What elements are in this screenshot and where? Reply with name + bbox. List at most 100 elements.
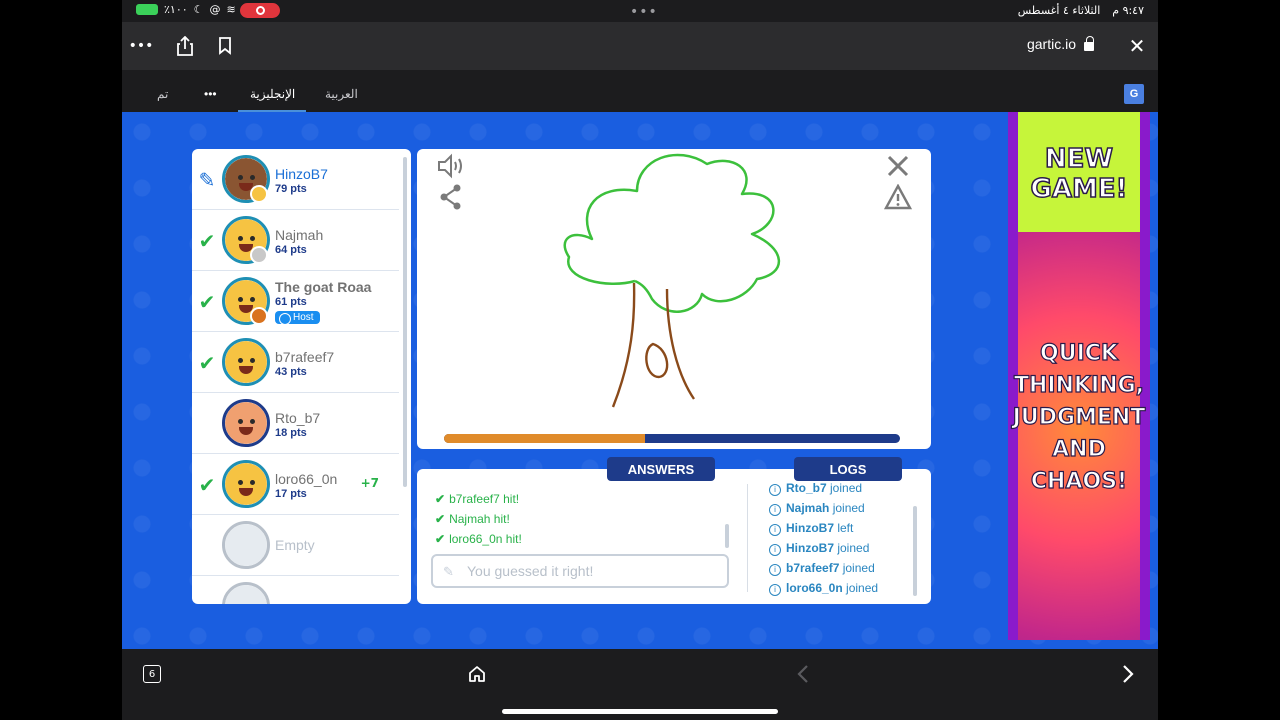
player-points: 61 pts: [275, 296, 307, 308]
player-name: b7rafeef7: [275, 349, 335, 365]
translate-done-button[interactable]: تم: [157, 87, 168, 101]
record-icon: [255, 6, 265, 15]
url-text: gartic.io: [1026, 36, 1076, 52]
close-icon[interactable]: [886, 154, 910, 178]
battery-icon: [136, 4, 158, 15]
share-icon[interactable]: [439, 184, 463, 210]
tabs-button[interactable]: 6: [143, 665, 161, 683]
player-row[interactable]: ✔ loro66_0n 17 pts +7: [192, 454, 399, 515]
status-clock: ٩:٤٧ م الثلاثاء ٤ أغسطس: [1018, 4, 1144, 17]
player-row[interactable]: ✔ The goat Roaa 61 pts Host: [192, 271, 399, 332]
translate-more-button[interactable]: •••: [204, 87, 217, 101]
check-icon: ✔: [198, 351, 216, 375]
translate-arabic-tab[interactable]: العربية: [325, 87, 358, 101]
pencil-icon: ✎: [198, 168, 216, 192]
level-badge: [250, 246, 268, 264]
player-points: 18 pts: [275, 427, 307, 439]
forward-button[interactable]: [1117, 663, 1139, 685]
info-icon: i: [769, 484, 781, 496]
status-bar: ٪١٠٠ ☾ @ ≋ ● ••• ٩:٤٧ م الثلاثاء ٤ أغسطس: [122, 0, 1158, 22]
check-icon: ✔: [198, 473, 216, 497]
round-timer-bar: [444, 434, 900, 443]
points-gain: +7: [360, 476, 379, 490]
screen-recording-indicator[interactable]: [240, 3, 280, 18]
ad-tagline: QUICK THINKING, JUDGMENT AND CHAOS!: [1012, 340, 1146, 494]
players-scrollbar[interactable]: [403, 157, 407, 487]
answer-input-placeholder: You guessed it right!: [467, 563, 594, 579]
player-points: 64 pts: [275, 244, 307, 256]
home-button[interactable]: [466, 663, 488, 685]
player-row-empty: [192, 576, 399, 604]
answer-row: ✔ Najmah hit!: [435, 512, 510, 526]
lock-icon: [1084, 35, 1094, 51]
player-points: 79 pts: [275, 183, 307, 195]
player-name: HinzoB7: [275, 166, 328, 182]
status-time: ٩:٤٧ م: [1112, 4, 1144, 17]
close-tab-button[interactable]: ✕: [1122, 31, 1152, 61]
info-icon: i: [769, 544, 781, 556]
more-button[interactable]: •••: [126, 31, 156, 61]
info-icon: i: [769, 504, 781, 516]
round-timer-fill: [444, 434, 645, 443]
game-area: ✎ HinzoB7 79 pts ✔ Najmah 64 pts ✔ The g…: [122, 112, 1158, 649]
chevron-right-icon: [1123, 665, 1134, 683]
home-indicator[interactable]: [502, 709, 778, 714]
answers-tab[interactable]: ANSWERS: [607, 457, 715, 481]
player-name: Najmah: [275, 227, 324, 243]
answer-input[interactable]: ✎ You guessed it right!: [431, 554, 729, 588]
player-name: Rto_b7: [275, 410, 321, 426]
player-row[interactable]: ✎ HinzoB7 79 pts: [192, 149, 399, 210]
check-icon: ✔: [198, 229, 216, 253]
drawing-canvas-panel: [417, 149, 931, 449]
logs-tab[interactable]: LOGS: [794, 457, 902, 481]
ad-title: NEW GAME!: [1030, 143, 1128, 205]
address-field[interactable]: gartic.io: [1026, 35, 1094, 52]
player-row[interactable]: Rto_b7 18 pts: [192, 393, 399, 454]
player-points: 43 pts: [275, 366, 307, 378]
logs-scrollbar[interactable]: [913, 506, 917, 596]
battery-percent: ٪١٠٠: [164, 3, 188, 16]
browser-bottom-bar: 6: [122, 649, 1158, 720]
empty-avatar-icon: [222, 521, 270, 569]
share-button[interactable]: [170, 31, 200, 61]
players-panel: ✎ HinzoB7 79 pts ✔ Najmah 64 pts ✔ The g…: [192, 149, 411, 604]
bookmark-icon: [219, 37, 231, 55]
browser-toolbar: ••• gartic.io ✕: [122, 22, 1158, 70]
bookmark-button[interactable]: [210, 31, 240, 61]
home-icon: [469, 666, 485, 682]
info-icon: i: [769, 584, 781, 596]
report-warning-icon[interactable]: [884, 184, 912, 210]
status-indicators: ٪١٠٠ ☾ @ ≋ ●: [136, 3, 251, 16]
pencil-icon: ✎: [443, 564, 454, 579]
answer-row: ✔ b7rafeef7 hit!: [435, 492, 520, 506]
empty-avatar-icon: [222, 582, 270, 604]
log-row: i Rto_b7 joined: [769, 481, 862, 496]
log-row: i HinzoB7 joined: [769, 541, 869, 556]
check-icon: ✔: [198, 290, 216, 314]
avatar: [222, 399, 270, 447]
screen: ٪١٠٠ ☾ @ ≋ ● ••• ٩:٤٧ م الثلاثاء ٤ أغسطس…: [0, 0, 1280, 720]
avatar: [222, 460, 270, 508]
moon-icon: ☾: [193, 3, 204, 16]
player-row[interactable]: ✔ b7rafeef7 43 pts: [192, 332, 399, 393]
tree-drawing[interactable]: [557, 149, 797, 419]
share-icon: [177, 36, 193, 56]
check-icon: ✔: [435, 532, 446, 546]
info-icon: i: [769, 524, 781, 536]
player-name: Empty: [275, 537, 315, 553]
log-row: i b7rafeef7 joined: [769, 561, 875, 576]
speaker-icon[interactable]: [436, 153, 466, 179]
google-translate-icon[interactable]: G: [1124, 84, 1144, 104]
back-button[interactable]: [792, 663, 814, 685]
multitask-dots-icon[interactable]: •••: [630, 4, 658, 20]
advertisement-banner[interactable]: NEW GAME! QUICK THINKING, JUDGMENT AND C…: [1008, 112, 1150, 640]
host-badge: Host: [275, 311, 320, 325]
answers-scrollbar[interactable]: [725, 524, 729, 548]
log-row: i loro66_0n joined: [769, 581, 878, 596]
at-icon: @: [209, 3, 221, 16]
translate-english-tab[interactable]: الإنجليزية: [250, 87, 295, 101]
translate-bar: تم ••• الإنجليزية العربية G: [122, 70, 1158, 112]
player-row[interactable]: ✔ Najmah 64 pts: [192, 210, 399, 271]
answer-row: ✔ loro66_0n hit!: [435, 532, 522, 546]
avatar: [222, 338, 270, 386]
